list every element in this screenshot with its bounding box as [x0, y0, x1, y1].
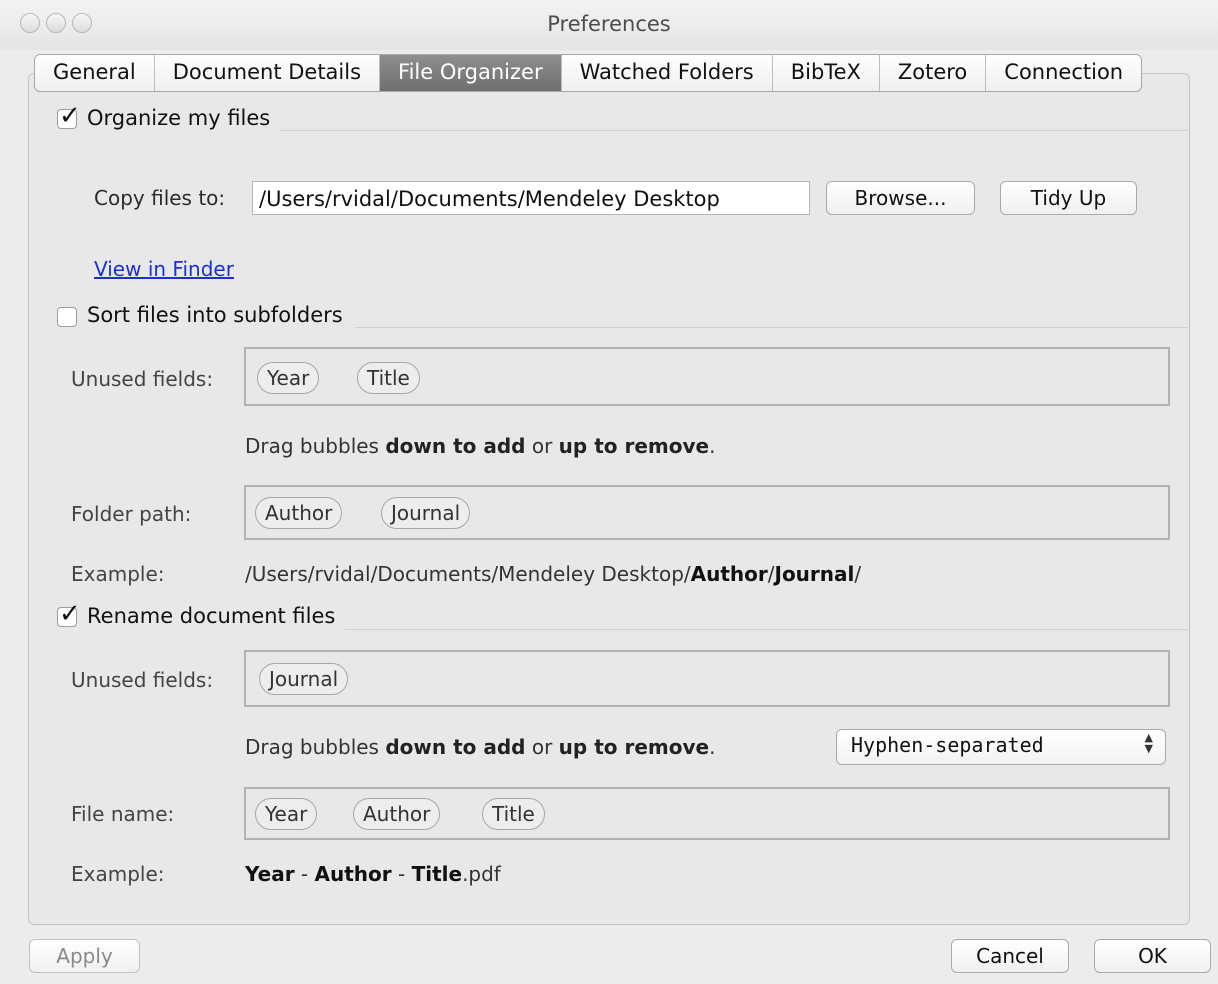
drag-hint-text: Drag bubbles down to add or up to remove… [245, 434, 716, 458]
folder-path-fields-box[interactable]: Author Journal [244, 485, 1170, 540]
copy-files-label: Copy files to: [94, 186, 226, 210]
checkmark-icon: ✓ [59, 101, 81, 131]
section-divider [280, 130, 1188, 131]
ok-button[interactable]: OK [1094, 939, 1211, 973]
checkmark-icon: ✓ [59, 599, 81, 629]
organize-files-label: Organize my files [87, 106, 271, 130]
field-bubble-journal[interactable]: Journal [259, 663, 349, 695]
tab-file-organizer[interactable]: File Organizer [379, 55, 561, 91]
tidy-up-button[interactable]: Tidy Up [1000, 181, 1137, 215]
section-divider [355, 327, 1188, 328]
copy-files-path-input[interactable]: /Users/rvidal/Documents/Mendeley Desktop [252, 181, 810, 215]
cancel-button[interactable]: Cancel [951, 939, 1069, 973]
title-bar: Preferences [0, 0, 1218, 50]
section-divider [345, 629, 1188, 630]
view-in-finder-link[interactable]: View in Finder [94, 257, 234, 281]
subfolder-unused-fields-box[interactable]: Year Title [244, 347, 1170, 406]
sort-subfolders-checkbox[interactable] [57, 307, 77, 327]
file-name-fields-box[interactable]: Year Author Title [244, 787, 1170, 840]
file-name-example: Year - Author - Title.pdf [245, 862, 501, 886]
unused-fields-label: Unused fields: [71, 367, 214, 391]
window-title: Preferences [547, 12, 671, 36]
field-bubble-year[interactable]: Year [257, 362, 320, 394]
unused-fields-label: Unused fields: [71, 668, 214, 692]
field-bubble-journal[interactable]: Journal [381, 497, 471, 529]
organize-files-checkbox[interactable]: ✓ [57, 101, 81, 131]
tab-zotero[interactable]: Zotero [878, 55, 985, 91]
field-bubble-title[interactable]: Title [357, 362, 420, 394]
folder-path-label: Folder path: [71, 502, 192, 526]
field-bubble-title[interactable]: Title [482, 798, 545, 830]
tab-bibtex[interactable]: BibTeX [771, 55, 879, 91]
filename-separator-select[interactable]: Hyphen-separated ▲ ▼ [836, 729, 1166, 765]
tab-general[interactable]: General [35, 55, 154, 91]
field-bubble-author[interactable]: Author [353, 798, 441, 830]
drag-hint-text: Drag bubbles down to add or up to remove… [245, 735, 716, 759]
field-bubble-author[interactable]: Author [255, 497, 343, 529]
rename-unused-fields-box[interactable]: Journal [244, 650, 1170, 707]
folder-path-example: /Users/rvidal/Documents/Mendeley Desktop… [245, 562, 862, 586]
preferences-tab-bar: General Document Details File Organizer … [34, 54, 1143, 92]
tab-watched-folders[interactable]: Watched Folders [560, 55, 772, 91]
tab-connection[interactable]: Connection [985, 55, 1141, 91]
apply-button[interactable]: Apply [29, 939, 140, 973]
rename-files-label: Rename document files [87, 604, 336, 628]
filename-separator-value: Hyphen-separated [851, 733, 1044, 757]
updown-arrows-icon: ▲ ▼ [1144, 731, 1153, 755]
example-label: Example: [71, 562, 165, 586]
sort-subfolders-label: Sort files into subfolders [87, 303, 343, 327]
tab-document-details[interactable]: Document Details [153, 55, 379, 91]
file-name-label: File name: [71, 802, 175, 826]
example-label: Example: [71, 862, 165, 886]
rename-files-checkbox[interactable]: ✓ [57, 599, 81, 629]
field-bubble-year[interactable]: Year [255, 798, 318, 830]
browse-button[interactable]: Browse... [826, 181, 975, 215]
